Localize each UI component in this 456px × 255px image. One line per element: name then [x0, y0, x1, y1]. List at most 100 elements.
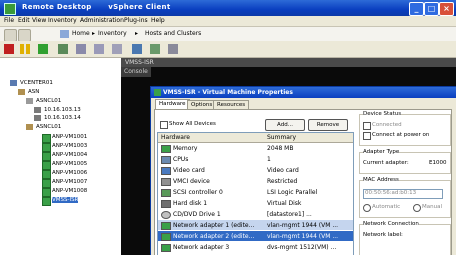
snapshot-icon[interactable]: [76, 44, 86, 54]
manual-label: Manual: [422, 204, 442, 210]
home-icon[interactable]: [60, 30, 69, 38]
tree-vm[interactable]: ANP-VM1008: [52, 188, 87, 194]
play-icon[interactable]: [38, 44, 48, 54]
show-all-devices-label: Show All Devices: [169, 121, 216, 127]
network-connection-label: Network Connection: [363, 221, 419, 227]
tree-vm[interactable]: ANP-VM1001: [52, 134, 87, 140]
row-summary: dvs-mgmt 1512(VM) ...: [267, 244, 337, 251]
table-row[interactable]: Memory 2048 MB: [158, 143, 353, 153]
col-summary[interactable]: Summary: [267, 134, 296, 141]
menu-file[interactable]: File: [4, 17, 14, 24]
folder-icon: [26, 124, 33, 130]
maximize-button[interactable]: □: [424, 2, 439, 16]
automatic-label: Automatic: [372, 204, 401, 210]
pause-icon[interactable]: [20, 44, 24, 54]
vmci-device-icon: [161, 178, 171, 186]
row-device: VMCI device: [173, 178, 210, 185]
console-tab[interactable]: Console: [121, 67, 151, 77]
tree-datacenter[interactable]: ASN: [28, 89, 39, 95]
table-row-selected[interactable]: Network adapter 2 (edite... vlan-mgmt 194…: [158, 231, 353, 241]
vm-icon: [154, 89, 161, 96]
app-icon: [4, 3, 16, 15]
cluster-icon: [26, 98, 33, 104]
tree-vm[interactable]: ANP-VM1006: [52, 170, 87, 176]
row-summary: 1: [267, 156, 271, 163]
vm-icon: [42, 170, 51, 179]
tree-cluster[interactable]: ASNCL01: [36, 98, 61, 104]
row-summary: vlan-mgmt 1944 (VM ...: [267, 233, 339, 240]
vm-icon: [42, 143, 51, 152]
mac-address-value: 00:50:56:ad:b0:13: [365, 190, 417, 196]
migrate-icon[interactable]: [150, 44, 160, 54]
adapter-type-label: Adapter Type: [363, 149, 400, 155]
vcenter-icon: [10, 80, 17, 86]
device-status-group: [359, 114, 451, 146]
row-summary: Video card: [267, 167, 299, 174]
tree-vm[interactable]: ANP-VM1003: [52, 143, 87, 149]
tree-host-2[interactable]: 10.16.103.14: [44, 115, 81, 121]
vm-properties-dialog: VMSS-ISR - Virtual Machine Properties Ha…: [150, 86, 456, 255]
hardware-list-header: Hardware Summary: [158, 133, 353, 143]
network-label-label: Network label:: [363, 232, 403, 238]
menu-help[interactable]: Help: [151, 17, 165, 24]
refresh-icon[interactable]: [58, 44, 68, 54]
revert-icon[interactable]: [94, 44, 104, 54]
manage-snapshots-icon[interactable]: [112, 44, 122, 54]
row-device: Network adapter 2 (edite...: [173, 233, 255, 240]
network-connection-group: [359, 224, 451, 255]
network-adapter-icon: [161, 222, 171, 230]
table-row[interactable]: Network adapter 1 (edite... vlan-mgmt 194…: [158, 220, 353, 230]
connected-checkbox[interactable]: [363, 122, 371, 130]
table-row[interactable]: Network adapter 3 dvs-mgmt 1512(VM) ...: [158, 242, 353, 252]
automatic-radio[interactable]: [363, 204, 371, 212]
vm-icon: [42, 134, 51, 143]
tree-vm[interactable]: ANP-VM1004: [52, 152, 87, 158]
tree-vm-selected[interactable]: VMSS-ISR: [52, 197, 79, 203]
crumb-hosts-clusters[interactable]: Hosts and Clusters: [145, 30, 201, 37]
remove-button[interactable]: Remove: [308, 119, 348, 131]
manual-radio[interactable]: [413, 204, 421, 212]
title-bar: Remote Desktop vSphere Client _ □ ×: [0, 0, 456, 16]
table-row[interactable]: VMCI device Restricted: [158, 176, 353, 186]
table-row[interactable]: Video card Video card: [158, 165, 353, 175]
tree-host[interactable]: 10.16.103.13: [44, 107, 81, 113]
connected-label: Connected: [372, 122, 402, 128]
show-all-devices-checkbox[interactable]: [160, 121, 168, 129]
hard-disk-icon: [161, 200, 171, 208]
crumb-inventory[interactable]: Inventory: [98, 30, 127, 37]
row-device: CD/DVD Drive 1: [173, 211, 221, 218]
crumb-home[interactable]: Home: [72, 30, 90, 37]
vm-icon: [42, 188, 51, 197]
tree-vm[interactable]: ANP-VM1007: [52, 179, 87, 185]
table-row[interactable]: CPUs 1: [158, 154, 353, 164]
col-hardware[interactable]: Hardware: [161, 134, 190, 141]
close-button[interactable]: ×: [439, 2, 454, 16]
table-row[interactable]: CD/DVD Drive 1 [datastore1] ...: [158, 209, 353, 219]
tree-root[interactable]: VCENTER01: [20, 80, 53, 86]
menu-inventory[interactable]: Inventory: [48, 17, 77, 24]
row-summary: Restricted: [267, 178, 298, 185]
vm-icon: [42, 197, 51, 206]
add-button[interactable]: Add...: [265, 119, 305, 131]
tree-folder[interactable]: ASNCL01: [36, 124, 61, 130]
tree-vm[interactable]: ANP-VM1005: [52, 161, 87, 167]
table-row[interactable]: SCSI controller 0 LSI Logic Parallel: [158, 187, 353, 197]
menu-administration[interactable]: Administration: [80, 17, 124, 24]
connect-at-power-on-checkbox[interactable]: [363, 132, 371, 140]
host-icon: [34, 107, 41, 113]
vm-icon: [42, 152, 51, 161]
host-icon: [34, 115, 41, 121]
menu-plugins[interactable]: Plug-ins: [124, 17, 148, 24]
menu-edit[interactable]: Edit: [18, 17, 30, 24]
stop-icon[interactable]: [4, 44, 14, 54]
window-title: Remote Desktop vSphere Client: [22, 3, 170, 11]
menu-view[interactable]: View: [32, 17, 46, 24]
row-summary: [datastore1] ...: [267, 211, 312, 218]
console-icon[interactable]: [132, 44, 142, 54]
dialog-title-bar: VMSS-ISR - Virtual Machine Properties: [151, 87, 456, 98]
row-summary: vlan-mgmt 1944 (VM ...: [267, 222, 339, 229]
settings-icon[interactable]: [168, 44, 178, 54]
table-row[interactable]: Hard disk 1 Virtual Disk: [158, 198, 353, 208]
vm-toolbar: [0, 41, 456, 58]
minimize-button[interactable]: _: [409, 2, 424, 16]
